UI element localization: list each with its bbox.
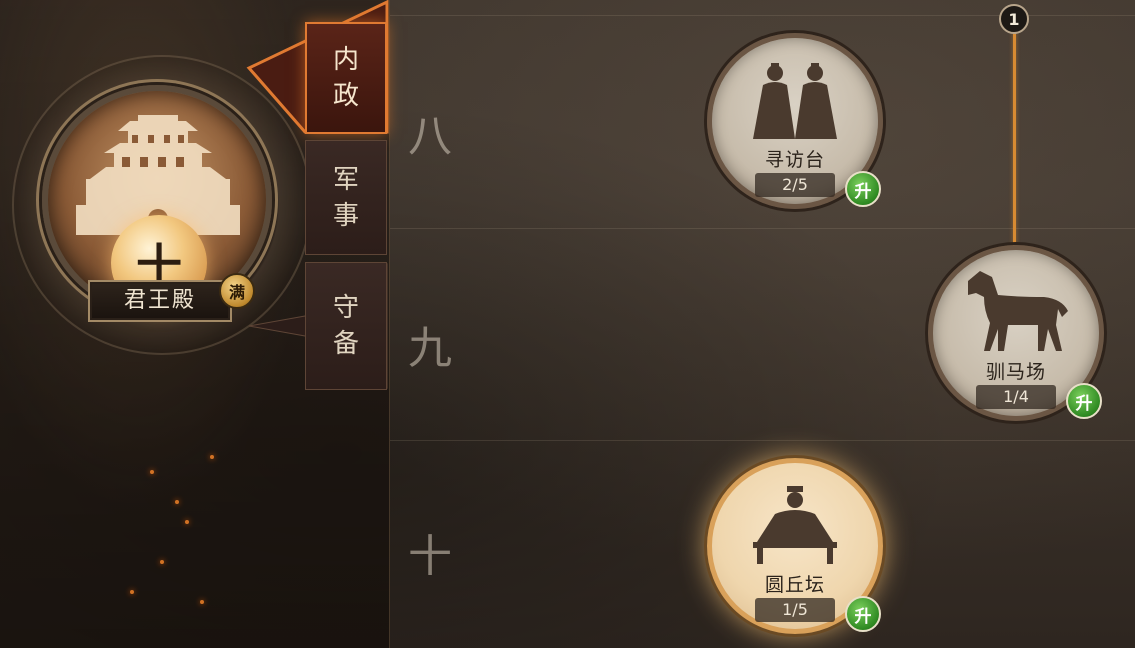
tier-label-9: 九 (408, 323, 452, 374)
tab-label: 守 (332, 293, 359, 323)
tab-internal-affairs[interactable]: 内 政 (305, 22, 387, 134)
building-node-xunfangtai[interactable]: 寻访台 2/5 升 (707, 33, 883, 209)
two-scholars-icon (753, 63, 837, 139)
horse-icon (968, 271, 1068, 351)
tab-label: 备 (332, 329, 359, 359)
palace-name-plate: 君王殿 (88, 280, 232, 322)
row-divider (390, 440, 1135, 441)
connector-count-badge: 1 (999, 4, 1029, 34)
upgrade-badge[interactable]: 升 (845, 596, 881, 632)
tier-label-8: 八 (408, 111, 452, 162)
tab-label: 事 (332, 200, 359, 231)
tier-label-10: 十 (408, 531, 452, 582)
tab-military[interactable]: 军 事 (305, 140, 387, 255)
building-progress: 1/5 (755, 598, 835, 622)
row-divider (390, 228, 1135, 229)
tab-label: 政 (332, 81, 359, 111)
building-progress: 1/4 (976, 385, 1056, 409)
prerequisite-connector (1013, 30, 1016, 248)
building-node-yuanqiutan[interactable]: 圆丘坛 1/5 升 (707, 458, 883, 634)
tab-label: 内 (332, 45, 359, 75)
seated-emperor-icon (753, 486, 837, 564)
building-name: 圆丘坛 (764, 574, 825, 596)
building-name: 驯马场 (985, 361, 1046, 383)
building-progress: 2/5 (755, 173, 835, 197)
upgrade-badge[interactable]: 升 (845, 171, 881, 207)
building-name: 寻访台 (764, 149, 825, 171)
tab-label: 军 (332, 164, 359, 195)
building-node-xunmachang[interactable]: 驯马场 1/4 升 (928, 245, 1104, 421)
upgrade-badge[interactable]: 升 (1066, 383, 1102, 419)
tab-defense[interactable]: 守 备 (305, 262, 387, 390)
game-scene: 八 九 十 十 君王殿 满 内 政 军 事 守 备 1 寻访台 2/5 升 驯马… (0, 0, 1135, 648)
